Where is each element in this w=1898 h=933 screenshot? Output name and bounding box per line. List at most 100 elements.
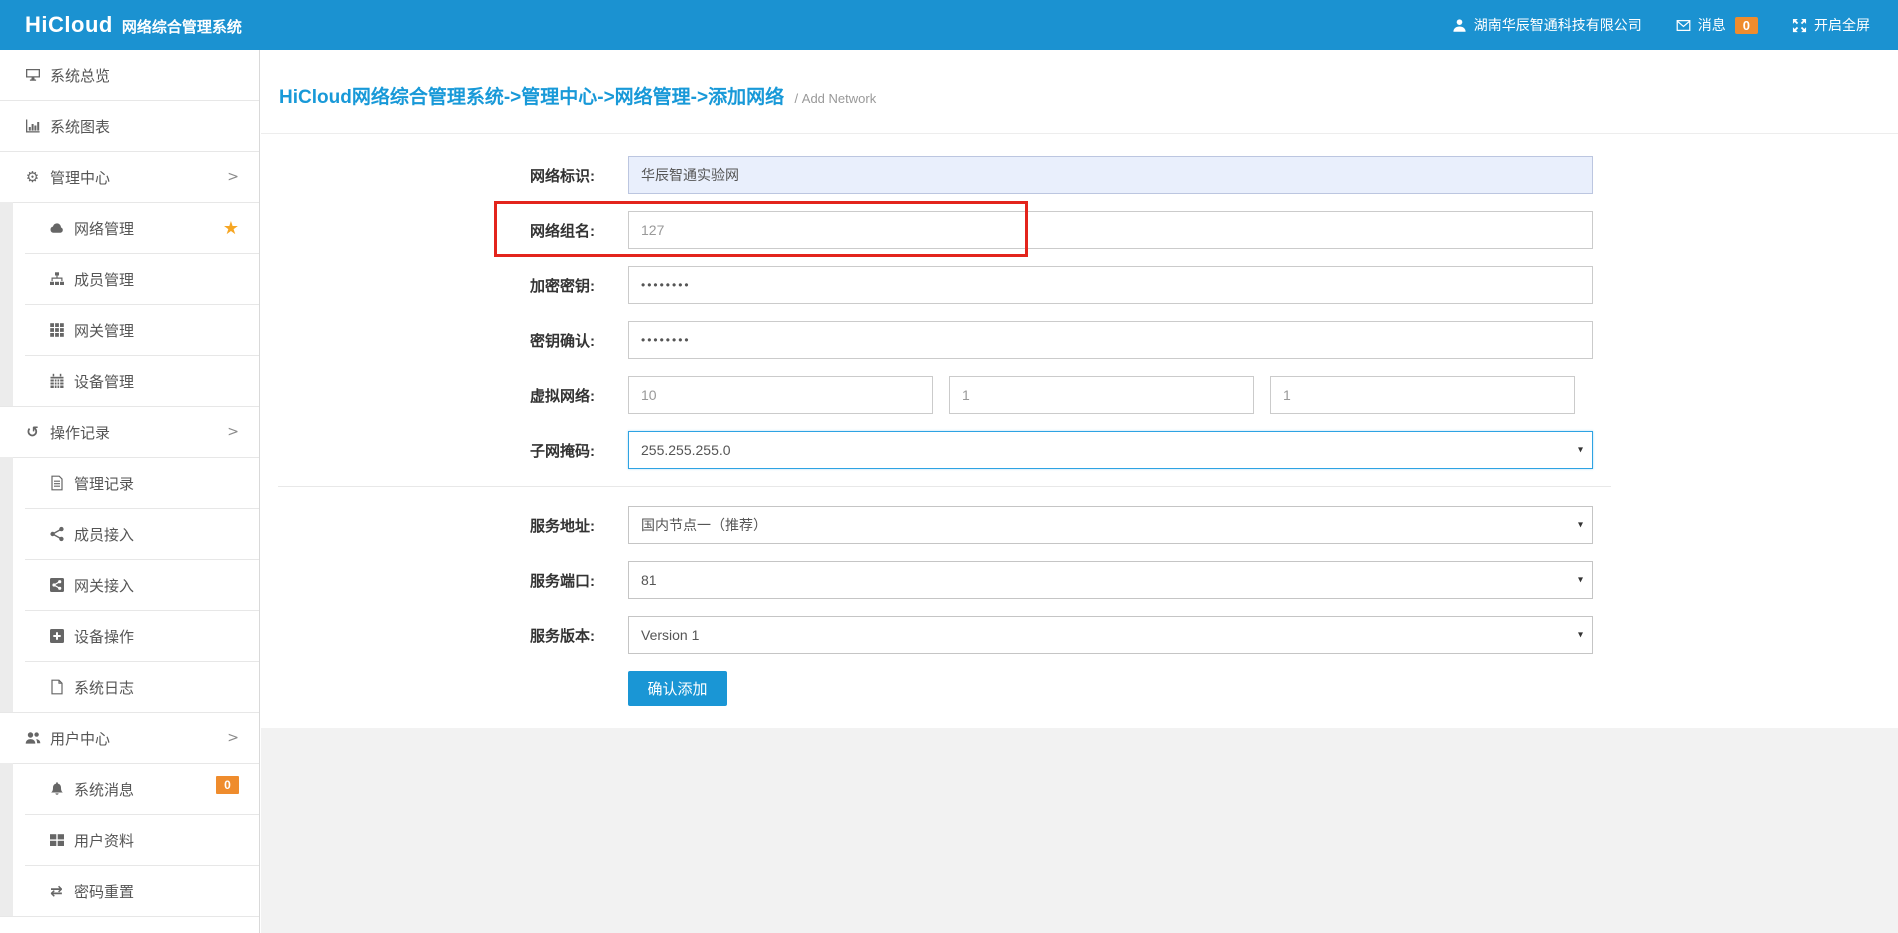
fullscreen-label: 开启全屏	[1814, 15, 1870, 35]
company-name: 湖南华辰智通科技有限公司	[1474, 15, 1642, 35]
caret-down-icon: ▾	[1578, 520, 1583, 531]
chevron-right-icon: >	[227, 424, 239, 440]
users-icon	[24, 730, 41, 747]
network-id-field	[628, 156, 1593, 194]
user-icon	[1452, 18, 1467, 33]
virtual-network-field-1[interactable]	[628, 376, 933, 414]
subnet-mask-label: 子网掩码:	[261, 440, 595, 461]
key-confirm-label: 密钥确认:	[261, 330, 595, 351]
virtual-network-field-2[interactable]	[949, 376, 1254, 414]
sidebar-item-label: 系统日志	[74, 677, 134, 698]
service-address-select[interactable]: 国内节点一（推荐） ▾	[628, 506, 1593, 544]
virtual-network-field-3[interactable]	[1270, 376, 1575, 414]
sidebar-item-label: 密码重置	[74, 881, 134, 902]
sidebar-nav: 系统总览系统图表 ⚙ 管理中心 > 网络管理★ 成员管理网关管理设备管理 ↺ 操作记录 > 管理记…	[0, 50, 260, 933]
encryption-key-field[interactable]	[628, 266, 1593, 304]
sidebar-count-badge: 0	[216, 776, 239, 794]
breadcrumb-subtitle: / Add Network	[795, 91, 877, 106]
sidebar-item-member-access[interactable]: 成员接入	[0, 509, 259, 559]
cloud-icon	[48, 220, 65, 237]
group-name-field[interactable]	[628, 211, 1593, 249]
chart-icon	[24, 118, 41, 135]
sitemap-icon	[48, 271, 65, 288]
group-name-label: 网络组名:	[261, 220, 595, 241]
sidebar-item-label: 系统图表	[50, 116, 110, 137]
app-logo: HiCloud 网络综合管理系统	[0, 12, 242, 38]
gears-icon: ⚙	[24, 169, 41, 186]
chevron-right-icon: >	[227, 169, 239, 185]
calendar-icon	[48, 373, 65, 390]
form-divider	[278, 486, 1611, 487]
confirm-add-button[interactable]: 确认添加	[628, 671, 727, 706]
virtual-network-label: 虚拟网络:	[261, 385, 595, 406]
sidebar-item-gateway-management[interactable]: 网关管理	[0, 305, 259, 355]
share-icon	[48, 526, 65, 543]
encryption-key-label: 加密密钥:	[261, 275, 595, 296]
network-id-label: 网络标识:	[261, 165, 595, 186]
sidebar-item-label: 成员管理	[74, 269, 134, 290]
service-address-label: 服务地址:	[261, 515, 595, 536]
subnet-mask-select[interactable]: 255.255.255.0 ▾	[628, 431, 1593, 469]
sidebar-item-label: 网关管理	[74, 320, 134, 341]
fullscreen-icon	[1792, 18, 1807, 33]
service-port-label: 服务端口:	[261, 570, 595, 591]
retweet-icon: ⇄	[48, 883, 65, 900]
history-icon: ↺	[24, 424, 41, 441]
caret-down-icon: ▾	[1578, 445, 1583, 456]
top-header: HiCloud 网络综合管理系统 湖南华辰智通科技有限公司 消息 0 开启全屏	[0, 0, 1898, 50]
key-confirm-field[interactable]	[628, 321, 1593, 359]
sidebar-item-label: 管理中心	[50, 167, 110, 188]
fullscreen-button[interactable]: 开启全屏	[1792, 15, 1870, 35]
messages-label: 消息	[1698, 15, 1726, 35]
sidebar-item-label: 操作记录	[50, 422, 110, 443]
th-large-icon	[48, 832, 65, 849]
sidebar-item-network-management[interactable]: 网络管理★	[0, 203, 259, 253]
caret-down-icon: ▾	[1578, 630, 1583, 641]
sidebar-item-label: 设备操作	[74, 626, 134, 647]
sidebar-item-label: 用户资料	[74, 830, 134, 851]
grid-icon	[48, 322, 65, 339]
breadcrumb-path: HiCloud网络综合管理系统->管理中心->网络管理->添加网络	[279, 87, 784, 108]
sidebar-item-system-logs[interactable]: 系统日志	[0, 662, 259, 712]
breadcrumb: HiCloud网络综合管理系统->管理中心->网络管理->添加网络 / Add …	[261, 50, 1898, 134]
sidebar-item-admin-records[interactable]: 管理记录	[0, 458, 259, 508]
plus-square-icon	[48, 628, 65, 645]
main-content: HiCloud网络综合管理系统->管理中心->网络管理->添加网络 / Add …	[261, 50, 1898, 933]
sidebar-item-system-messages[interactable]: 系统消息 0	[0, 764, 259, 814]
bell-icon	[48, 781, 65, 798]
service-version-select[interactable]: Version 1 ▾	[628, 616, 1593, 654]
sidebar-item-admin-center[interactable]: ⚙ 管理中心 >	[0, 152, 259, 202]
sidebar-item-user-profile[interactable]: 用户资料	[0, 815, 259, 865]
star-icon: ★	[223, 219, 239, 237]
service-port-select[interactable]: 81 ▾	[628, 561, 1593, 599]
sidebar-item-gateway-access[interactable]: 网关接入	[0, 560, 259, 610]
sidebar-item-label: 成员接入	[74, 524, 134, 545]
sidebar-item-logout[interactable]: 注销	[0, 917, 259, 933]
add-network-panel: HiCloud网络综合管理系统->管理中心->网络管理->添加网络 / Add …	[261, 50, 1898, 728]
messages-button[interactable]: 消息 0	[1676, 15, 1758, 35]
caret-down-icon: ▾	[1578, 575, 1583, 586]
envelope-icon	[1676, 18, 1691, 33]
sidebar-item-password-reset[interactable]: ⇄ 密码重置	[0, 866, 259, 916]
messages-count-badge: 0	[1735, 17, 1758, 34]
service-port-value: 81	[641, 572, 657, 588]
sidebar-item-label: 系统消息	[74, 779, 134, 800]
service-version-label: 服务版本:	[261, 625, 595, 646]
sidebar-item-device-management[interactable]: 设备管理	[0, 356, 259, 406]
logo-text: HiCloud	[25, 12, 113, 38]
chevron-right-icon: >	[227, 730, 239, 746]
sidebar-item-device-operations[interactable]: 设备操作	[0, 611, 259, 661]
company-account-menu[interactable]: 湖南华辰智通科技有限公司	[1452, 15, 1642, 35]
file-text-icon	[48, 475, 65, 492]
service-version-value: Version 1	[641, 627, 699, 643]
sidebar-item-system-charts[interactable]: 系统图表	[0, 101, 259, 151]
file-icon	[48, 679, 65, 696]
sidebar-item-label: 设备管理	[74, 371, 134, 392]
sidebar-item-user-center[interactable]: 用户中心>	[0, 713, 259, 763]
sidebar-item-member-management[interactable]: 成员管理	[0, 254, 259, 304]
sidebar-item-label: 管理记录	[74, 473, 134, 494]
sidebar-item-operation-records[interactable]: ↺ 操作记录 >	[0, 407, 259, 457]
logo-suffix-text: 网络综合管理系统	[122, 16, 242, 37]
service-address-value: 国内节点一（推荐）	[641, 515, 767, 535]
sidebar-item-system-overview[interactable]: 系统总览	[0, 50, 259, 100]
